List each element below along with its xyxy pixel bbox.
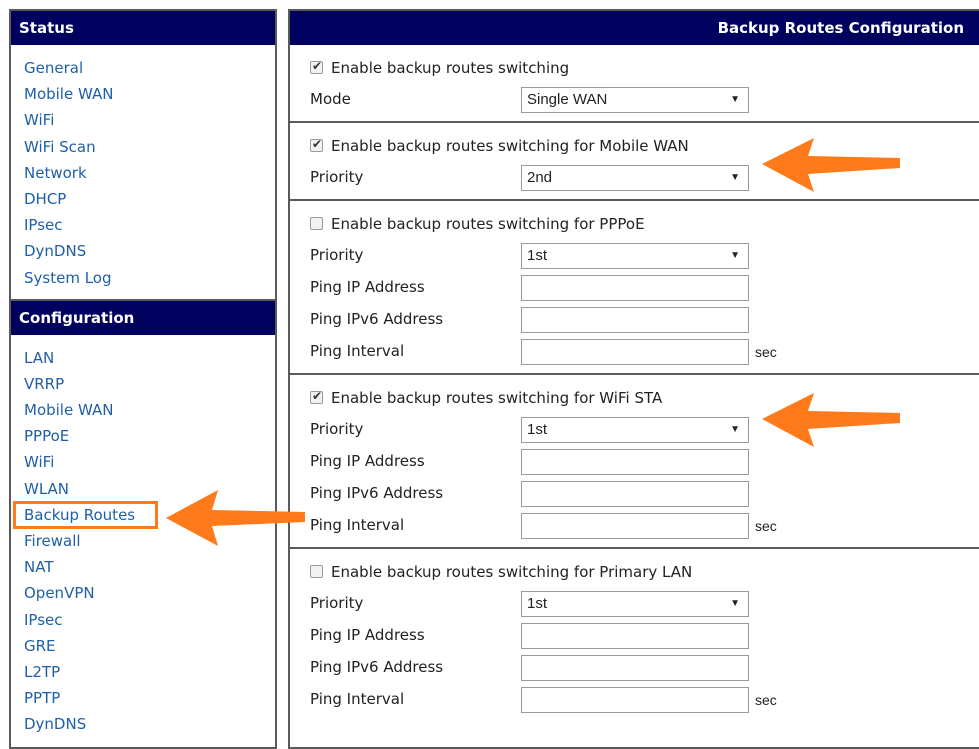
mobile-wan-priority-value: 2nd — [527, 169, 553, 186]
pppoe-interval-unit: sec — [755, 344, 777, 360]
wifi-sta-priority-label: Priority — [310, 420, 364, 438]
primary-lan-ping-ip-input[interactable] — [521, 623, 749, 649]
dropdown-arrow-icon: ▼ — [730, 598, 740, 609]
configuration-header: Configuration — [11, 298, 275, 335]
sidebar-item-mobile-wan-config[interactable]: Mobile WAN — [11, 397, 275, 423]
dropdown-arrow-icon: ▼ — [730, 424, 740, 435]
mode-label: Mode — [310, 90, 351, 108]
sidebar-item-general[interactable]: General — [11, 55, 275, 81]
sidebar-item-pptp[interactable]: PPTP — [11, 685, 275, 711]
annotation-arrow-icon — [762, 138, 900, 192]
pppoe-priority-value: 1st — [527, 247, 548, 264]
enable-wifi-sta-checkbox[interactable] — [310, 389, 323, 404]
main-panel: Backup Routes Configuration Enable backu… — [288, 9, 979, 749]
wifi-sta-ping-interval-input[interactable] — [521, 513, 749, 539]
enable-primary-lan-label: Enable backup routes switching for Prima… — [331, 562, 693, 581]
sidebar-item-dyndns-status[interactable]: DynDNS — [11, 238, 275, 264]
sidebar-item-system-log[interactable]: System Log — [11, 265, 275, 291]
pppoe-ping-interval-label: Ping Interval — [310, 342, 405, 360]
wifi-sta-priority-select[interactable]: 1st ▼ — [521, 417, 749, 443]
enable-mobile-wan-label: Enable backup routes switching for Mobil… — [331, 136, 689, 155]
active-item-highlight — [13, 500, 158, 529]
sidebar-item-pppoe[interactable]: PPPoE — [11, 423, 275, 449]
sidebar-item-dhcp[interactable]: DHCP — [11, 186, 275, 212]
primary-lan-priority-select[interactable]: 1st ▼ — [521, 591, 749, 617]
primary-lan-ping-ipv6-input[interactable] — [521, 655, 749, 681]
pppoe-priority-label: Priority — [310, 246, 364, 264]
wifi-sta-ping-ipv6-label: Ping IPv6 Address — [310, 484, 444, 502]
dropdown-arrow-icon: ▼ — [730, 94, 740, 105]
sidebar-item-openvpn[interactable]: OpenVPN — [11, 580, 275, 606]
sidebar-item-lan[interactable]: LAN — [11, 345, 275, 371]
wifi-sta-priority-value: 1st — [527, 421, 548, 438]
mode-value: Single WAN — [527, 91, 608, 108]
mode-select[interactable]: Single WAN ▼ — [521, 87, 749, 113]
pppoe-ping-ipv6-input[interactable] — [521, 307, 749, 333]
sidebar: Status General Mobile WAN WiFi WiFi Scan… — [9, 9, 277, 749]
wifi-sta-ping-ip-input[interactable] — [521, 449, 749, 475]
annotation-arrow-icon — [762, 393, 900, 447]
primary-lan-interval-unit: sec — [755, 692, 777, 708]
enable-primary-lan-checkbox[interactable] — [310, 565, 323, 578]
enable-mobile-wan-checkbox[interactable] — [310, 137, 323, 152]
dropdown-arrow-icon: ▼ — [730, 172, 740, 183]
sidebar-item-ipsec-config[interactable]: IPsec — [11, 607, 275, 633]
sidebar-item-dyndns-config[interactable]: DynDNS — [11, 711, 275, 737]
sidebar-item-mobile-wan[interactable]: Mobile WAN — [11, 81, 275, 107]
page-title: Backup Routes Configuration — [290, 11, 979, 45]
sidebar-item-vrrp[interactable]: VRRP — [11, 371, 275, 397]
wifi-sta-ping-ip-label: Ping IP Address — [310, 452, 425, 470]
enable-wifi-sta-label: Enable backup routes switching for WiFi … — [331, 388, 663, 407]
sidebar-item-wifi-scan[interactable]: WiFi Scan — [11, 134, 275, 160]
primary-lan-section: Enable backup routes switching for Prima… — [290, 549, 979, 721]
sidebar-item-ipsec-status[interactable]: IPsec — [11, 212, 275, 238]
mobile-wan-priority-select[interactable]: 2nd ▼ — [521, 165, 749, 191]
primary-lan-ping-interval-label: Ping Interval — [310, 690, 405, 708]
primary-lan-ping-ip-label: Ping IP Address — [310, 626, 425, 644]
enable-backup-routes-label: Enable backup routes switching — [331, 58, 570, 77]
status-menu: General Mobile WAN WiFi WiFi Scan Networ… — [11, 45, 275, 291]
dropdown-arrow-icon: ▼ — [730, 250, 740, 261]
pppoe-ping-ip-input[interactable] — [521, 275, 749, 301]
pppoe-ping-ipv6-label: Ping IPv6 Address — [310, 310, 444, 328]
pppoe-priority-select[interactable]: 1st ▼ — [521, 243, 749, 269]
sidebar-item-gre[interactable]: GRE — [11, 633, 275, 659]
enable-backup-routes-checkbox[interactable] — [310, 59, 323, 74]
pppoe-section: Enable backup routes switching for PPPoE… — [290, 201, 979, 375]
sidebar-item-wifi-config[interactable]: WiFi — [11, 449, 275, 475]
wifi-sta-ping-ipv6-input[interactable] — [521, 481, 749, 507]
pppoe-ping-ip-label: Ping IP Address — [310, 278, 425, 296]
general-section: Enable backup routes switching Mode Sing… — [290, 45, 979, 123]
pppoe-ping-interval-input[interactable] — [521, 339, 749, 365]
sidebar-item-wifi[interactable]: WiFi — [11, 107, 275, 133]
status-header: Status — [11, 11, 275, 45]
primary-lan-priority-label: Priority — [310, 594, 364, 612]
sidebar-item-l2tp[interactable]: L2TP — [11, 659, 275, 685]
annotation-arrow-icon — [166, 490, 305, 546]
wifi-sta-ping-interval-label: Ping Interval — [310, 516, 405, 534]
primary-lan-ping-interval-input[interactable] — [521, 687, 749, 713]
wifi-sta-interval-unit: sec — [755, 518, 777, 534]
primary-lan-priority-value: 1st — [527, 595, 548, 612]
enable-pppoe-checkbox[interactable] — [310, 217, 323, 230]
sidebar-item-nat[interactable]: NAT — [11, 554, 275, 580]
mobile-wan-priority-label: Priority — [310, 168, 364, 186]
primary-lan-ping-ipv6-label: Ping IPv6 Address — [310, 658, 444, 676]
enable-pppoe-label: Enable backup routes switching for PPPoE — [331, 214, 645, 233]
sidebar-item-network[interactable]: Network — [11, 160, 275, 186]
